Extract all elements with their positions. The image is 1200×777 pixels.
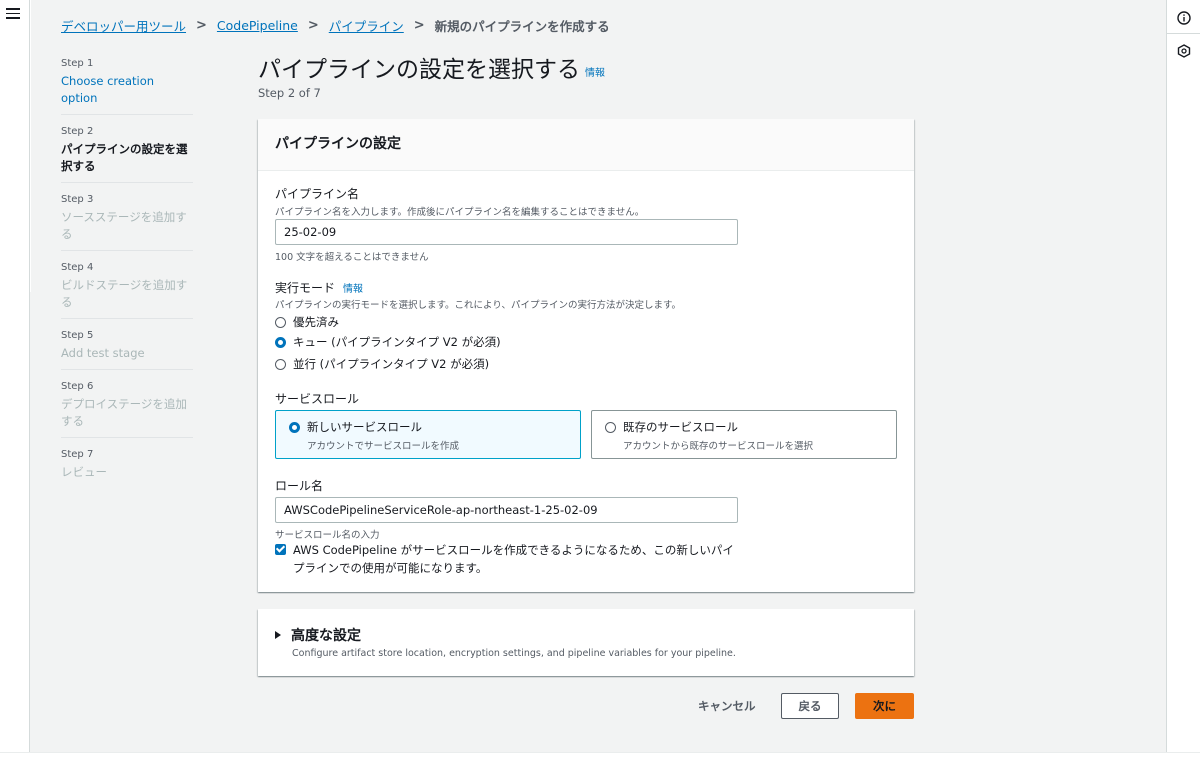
caret-right-icon: [275, 631, 281, 639]
wizard-step-7: Step 7 レビュー: [61, 447, 193, 488]
radio-button[interactable]: [605, 421, 616, 433]
step-number: Step 4: [61, 262, 94, 273]
panel-header: パイプラインの設定: [258, 119, 914, 171]
radio-button-checked[interactable]: [275, 336, 286, 348]
radio-label: 優先済み: [293, 315, 339, 329]
breadcrumb: デベロッパー用ツール > CodePipeline > パイプライン > 新規の…: [61, 16, 610, 35]
page-title: パイプラインの設定を選択する: [258, 57, 580, 83]
radio-label: 並行 (パイプラインタイプ V2 が必須): [293, 357, 490, 371]
radio-button-checked[interactable]: [289, 421, 300, 433]
wizard-actions: キャンセル 戻る 次に: [31, 693, 1166, 719]
back-button[interactable]: 戻る: [781, 693, 839, 719]
wizard-step-2: Step 2 パイプラインの設定を選択する: [61, 124, 193, 183]
panel-title: パイプラインの設定: [275, 136, 401, 152]
mode-option-queued[interactable]: キュー (パイプラインタイプ V2 が必須): [275, 334, 501, 350]
wizard-step-1: Step 1 Choose creation option: [61, 56, 193, 115]
tile-description: アカウントでサービスロールを作成: [307, 441, 460, 452]
step-number: Step 6: [61, 381, 94, 392]
step-number: Step 7: [61, 449, 94, 460]
radio-button[interactable]: [275, 316, 286, 328]
pipeline-name-label: パイプライン名: [275, 187, 360, 201]
chevron-right-icon: >: [413, 18, 425, 33]
step-number: Step 3: [61, 194, 94, 205]
tile-title: 既存のサービスロール: [623, 420, 738, 434]
right-rail: [1166, 0, 1200, 752]
tile-description: アカウントから既存のサービスロールを選択: [623, 441, 814, 452]
breadcrumb-codepipeline[interactable]: CodePipeline: [217, 18, 298, 33]
info-icon[interactable]: [1177, 10, 1191, 25]
tile-title: 新しいサービスロール: [307, 420, 422, 434]
wizard-step-3: Step 3 ソースステージを追加する: [61, 192, 193, 251]
info-link[interactable]: 情報: [585, 64, 605, 79]
wizard-step-4: Step 4 ビルドステージを追加する: [61, 260, 193, 319]
menu-icon[interactable]: [6, 8, 20, 22]
step-label: ビルドステージを追加する: [61, 278, 188, 309]
step-label-current: パイプラインの設定を選択する: [61, 142, 188, 173]
chevron-right-icon: >: [196, 18, 207, 33]
mode-option-parallel[interactable]: 並行 (パイプラインタイプ V2 が必須): [275, 356, 489, 372]
service-role-new-tile[interactable]: 新しいサービスロール アカウントでサービスロールを作成: [275, 410, 581, 459]
role-name-hint: サービスロール名の入力: [275, 530, 380, 541]
service-role-label: サービスロール: [275, 392, 360, 406]
checkbox-checked[interactable]: [275, 544, 286, 555]
pipeline-name-constraint: 100 文字を超えることはできません: [275, 252, 429, 263]
chevron-right-icon: >: [307, 18, 319, 33]
pipeline-name-description: パイプライン名を入力します。作成後にパイプライン名を編集することはできません。: [275, 207, 645, 218]
execution-mode-label-row: 実行モード 情報: [275, 279, 363, 296]
wizard-steps: Step 1 Choose creation option Step 2 パイプ…: [61, 56, 193, 497]
allow-service-role-checkbox[interactable]: AWS CodePipeline がサービスロールを作成できるようになるため、こ…: [275, 541, 743, 577]
main-content: デベロッパー用ツール > CodePipeline > パイプライン > 新規の…: [31, 0, 1166, 752]
service-role-existing-tile[interactable]: 既存のサービスロール アカウントから既存のサービスロールを選択: [591, 410, 897, 459]
pipeline-name-input[interactable]: 25-02-09: [275, 219, 738, 245]
breadcrumb-dev-tools[interactable]: デベロッパー用ツール: [61, 16, 186, 35]
checkbox-label: AWS CodePipeline がサービスロールを作成できるようになるため、こ…: [293, 543, 734, 575]
step-label: ソースステージを追加する: [61, 210, 187, 241]
role-name-input[interactable]: AWSCodePipelineServiceRole-ap-northeast-…: [275, 497, 738, 523]
step-link-choose-creation-option[interactable]: Choose creation option: [61, 73, 193, 107]
settings-hexagon-icon[interactable]: [1177, 43, 1191, 58]
mode-option-superseded[interactable]: 優先済み: [275, 314, 339, 330]
step-number: Step 5: [61, 330, 94, 341]
execution-mode-description: パイプラインの実行モードを選択します。これにより、パイプラインの実行方法が決定し…: [275, 300, 682, 311]
cancel-button[interactable]: キャンセル: [698, 698, 756, 714]
wizard-step-6: Step 6 デプロイステージを追加する: [61, 379, 193, 438]
radio-button[interactable]: [275, 358, 286, 370]
advanced-settings-title: 高度な設定: [291, 628, 361, 644]
next-button[interactable]: 次に: [855, 693, 914, 719]
left-rail: [0, 0, 30, 752]
pipeline-settings-panel: パイプラインの設定 パイプライン名 パイプライン名を入力します。作成後にパイプラ…: [258, 119, 914, 592]
role-name-label: ロール名: [275, 479, 324, 493]
step-count: Step 2 of 7: [258, 86, 321, 100]
breadcrumb-pipelines[interactable]: パイプライン: [329, 16, 404, 35]
advanced-settings-panel: 高度な設定 Configure artifact store location,…: [258, 609, 914, 676]
breadcrumb-current: 新規のパイプラインを作成する: [434, 19, 610, 34]
footer-strip: [0, 752, 1200, 777]
step-label: レビュー: [61, 465, 107, 479]
step-label: Add test stage: [61, 346, 145, 360]
execution-mode-label: 実行モード: [275, 281, 336, 295]
step-number: Step 2: [61, 126, 94, 137]
step-number: Step 1: [61, 58, 94, 69]
radio-label: キュー (パイプラインタイプ V2 が必須): [293, 335, 501, 349]
advanced-settings-toggle[interactable]: 高度な設定: [275, 625, 361, 645]
step-label: デプロイステージを追加する: [61, 397, 187, 428]
advanced-settings-description: Configure artifact store location, encry…: [292, 648, 736, 659]
info-link[interactable]: 情報: [343, 280, 363, 295]
wizard-step-5: Step 5 Add test stage: [61, 328, 193, 370]
